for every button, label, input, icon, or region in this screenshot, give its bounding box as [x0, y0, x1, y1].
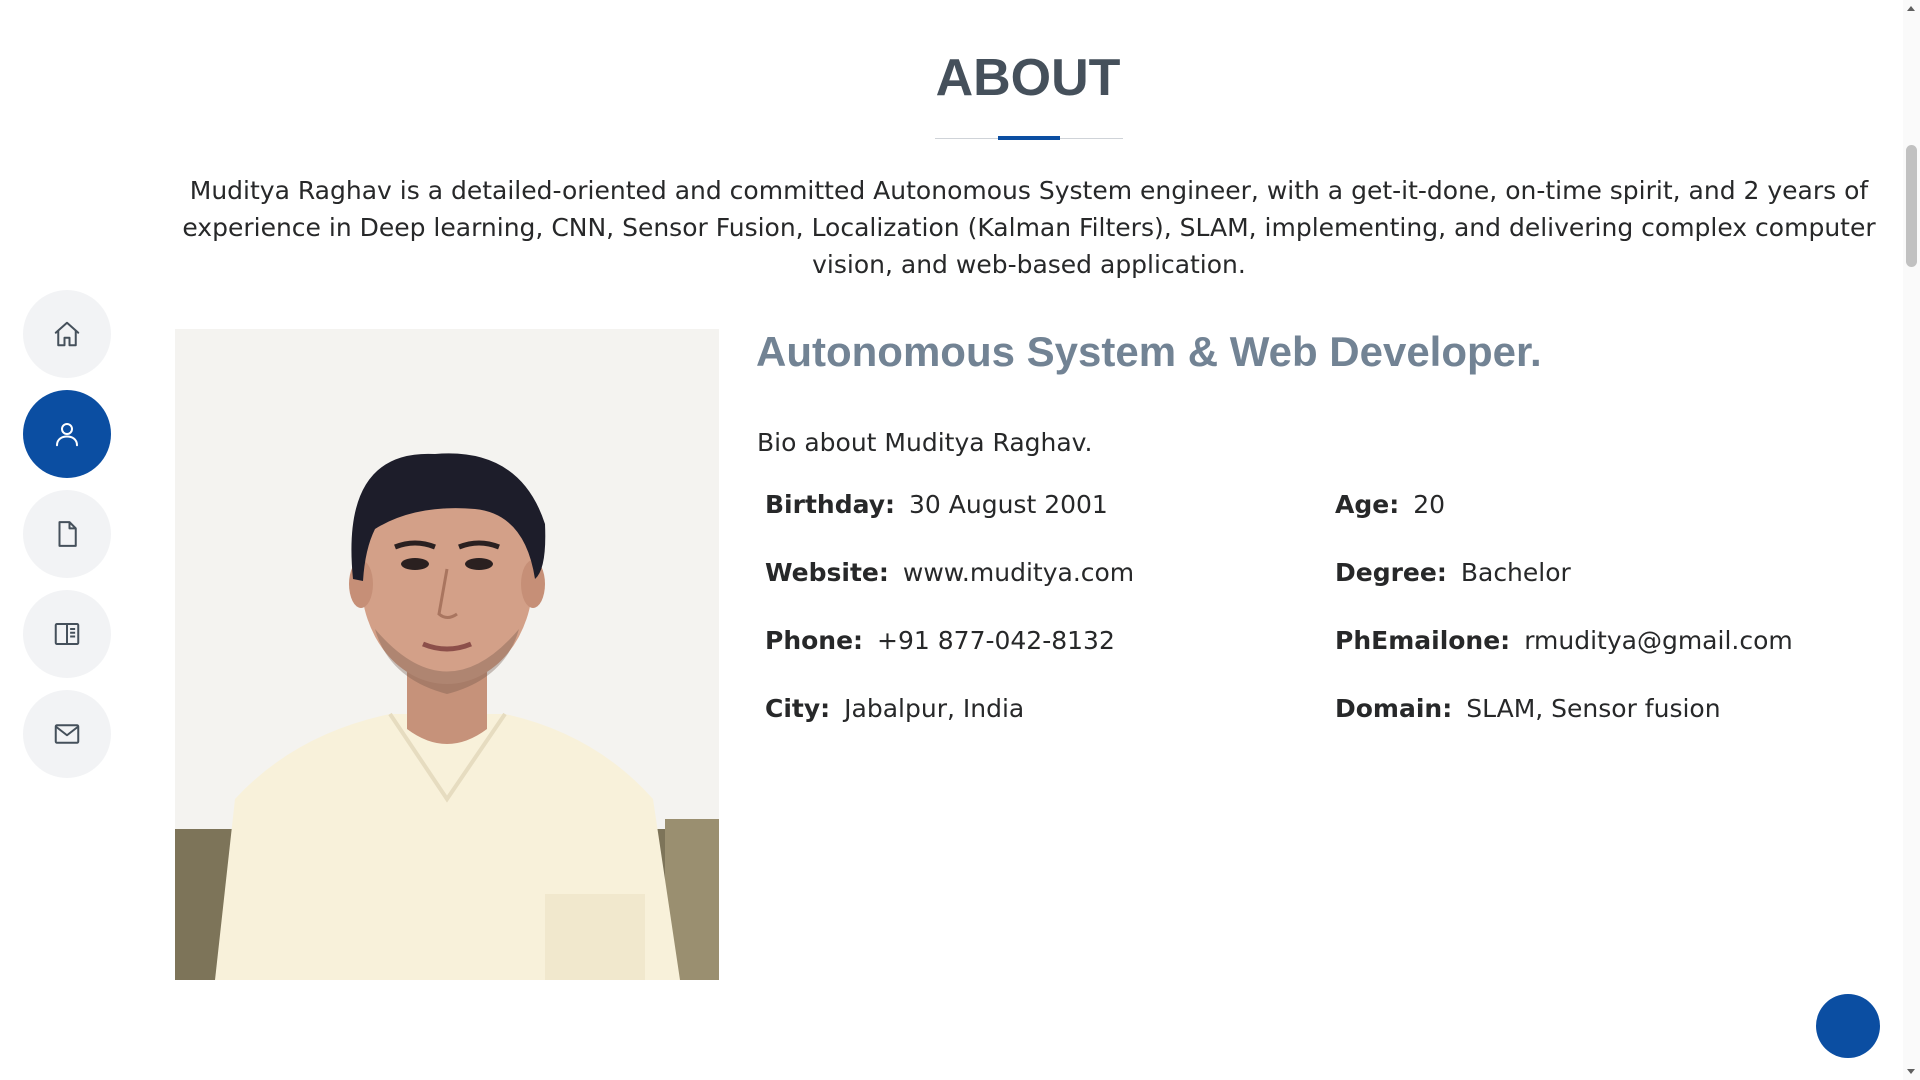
- info-website: Website: www.muditya.com: [765, 558, 1335, 587]
- info-email: PhEmailone: rmuditya@gmail.com: [1335, 626, 1905, 655]
- info-label: Domain:: [1335, 694, 1453, 723]
- info-label: Degree:: [1335, 558, 1447, 587]
- file-icon: [58, 521, 77, 547]
- info-row: Birthday: 30 August 2001 Age: 20: [765, 490, 1905, 558]
- info-value: Jabalpur, India: [844, 694, 1025, 723]
- info-label: PhEmailone:: [1335, 626, 1511, 655]
- title-accent-bar: [998, 136, 1060, 140]
- role-heading: Autonomous System & Web Developer.: [756, 328, 1542, 375]
- scrollbar[interactable]: [1903, 0, 1920, 1080]
- info-value: www.muditya.com: [902, 558, 1135, 587]
- back-to-top-button[interactable]: [1816, 994, 1880, 1058]
- profile-photo: [175, 329, 719, 980]
- nav-contact-button[interactable]: [23, 690, 111, 778]
- info-value: SLAM, Sensor fusion: [1466, 694, 1721, 723]
- info-label: Website:: [765, 558, 889, 587]
- info-value: 20: [1413, 490, 1446, 519]
- info-phone: Phone: +91 877-042-8132: [765, 626, 1335, 655]
- info-grid: Birthday: 30 August 2001 Age: 20 Website: w…: [765, 490, 1905, 762]
- book-icon: [54, 623, 80, 645]
- about-intro: Muditya Raghav is a detailed-oriented an…: [182, 176, 1876, 279]
- info-birthday: Birthday: 30 August 2001: [765, 490, 1335, 519]
- info-domain: Domain: SLAM, Sensor fusion: [1335, 694, 1905, 723]
- nav-home-button[interactable]: [23, 290, 111, 378]
- info-label: Phone:: [765, 626, 864, 655]
- home-icon: [54, 321, 80, 347]
- info-value: rmuditya@gmail.com: [1524, 626, 1793, 655]
- info-label: Birthday:: [765, 490, 895, 519]
- nav-resume-button[interactable]: [23, 490, 111, 578]
- info-row: City: Jabalpur, India Domain: SLAM, Sensor…: [765, 694, 1905, 762]
- info-age: Age: 20: [1335, 490, 1905, 519]
- page: ABOUT Muditya Raghav is a detailed-orien…: [0, 0, 1920, 1080]
- info-value: +91 877-042-8132: [877, 626, 1115, 655]
- scroll-thumb[interactable]: [1906, 145, 1917, 267]
- info-label: Age:: [1335, 490, 1400, 519]
- side-nav: [23, 290, 111, 790]
- info-degree: Degree: Bachelor: [1335, 558, 1905, 587]
- scroll-down-arrow[interactable]: [1907, 1069, 1915, 1074]
- info-value: 30 August 2001: [909, 490, 1108, 519]
- person-icon: [56, 423, 78, 447]
- scroll-up-arrow[interactable]: [1907, 6, 1915, 11]
- info-row: Website: www.muditya.com Degree: Bachelor: [765, 558, 1905, 626]
- nav-about-button[interactable]: [23, 390, 111, 478]
- info-row: Phone: +91 877-042-8132 PhEmailone: rmudit…: [765, 626, 1905, 694]
- bio-text: Bio about Muditya Raghav.: [757, 428, 1093, 457]
- info-city: City: Jabalpur, India: [765, 694, 1335, 723]
- profile-photo-illustration: [175, 329, 719, 980]
- nav-portfolio-button[interactable]: [23, 590, 111, 678]
- envelope-icon: [54, 724, 80, 744]
- info-label: City:: [765, 694, 831, 723]
- section-title: ABOUT: [935, 49, 1121, 107]
- info-value: Bachelor: [1460, 558, 1571, 587]
